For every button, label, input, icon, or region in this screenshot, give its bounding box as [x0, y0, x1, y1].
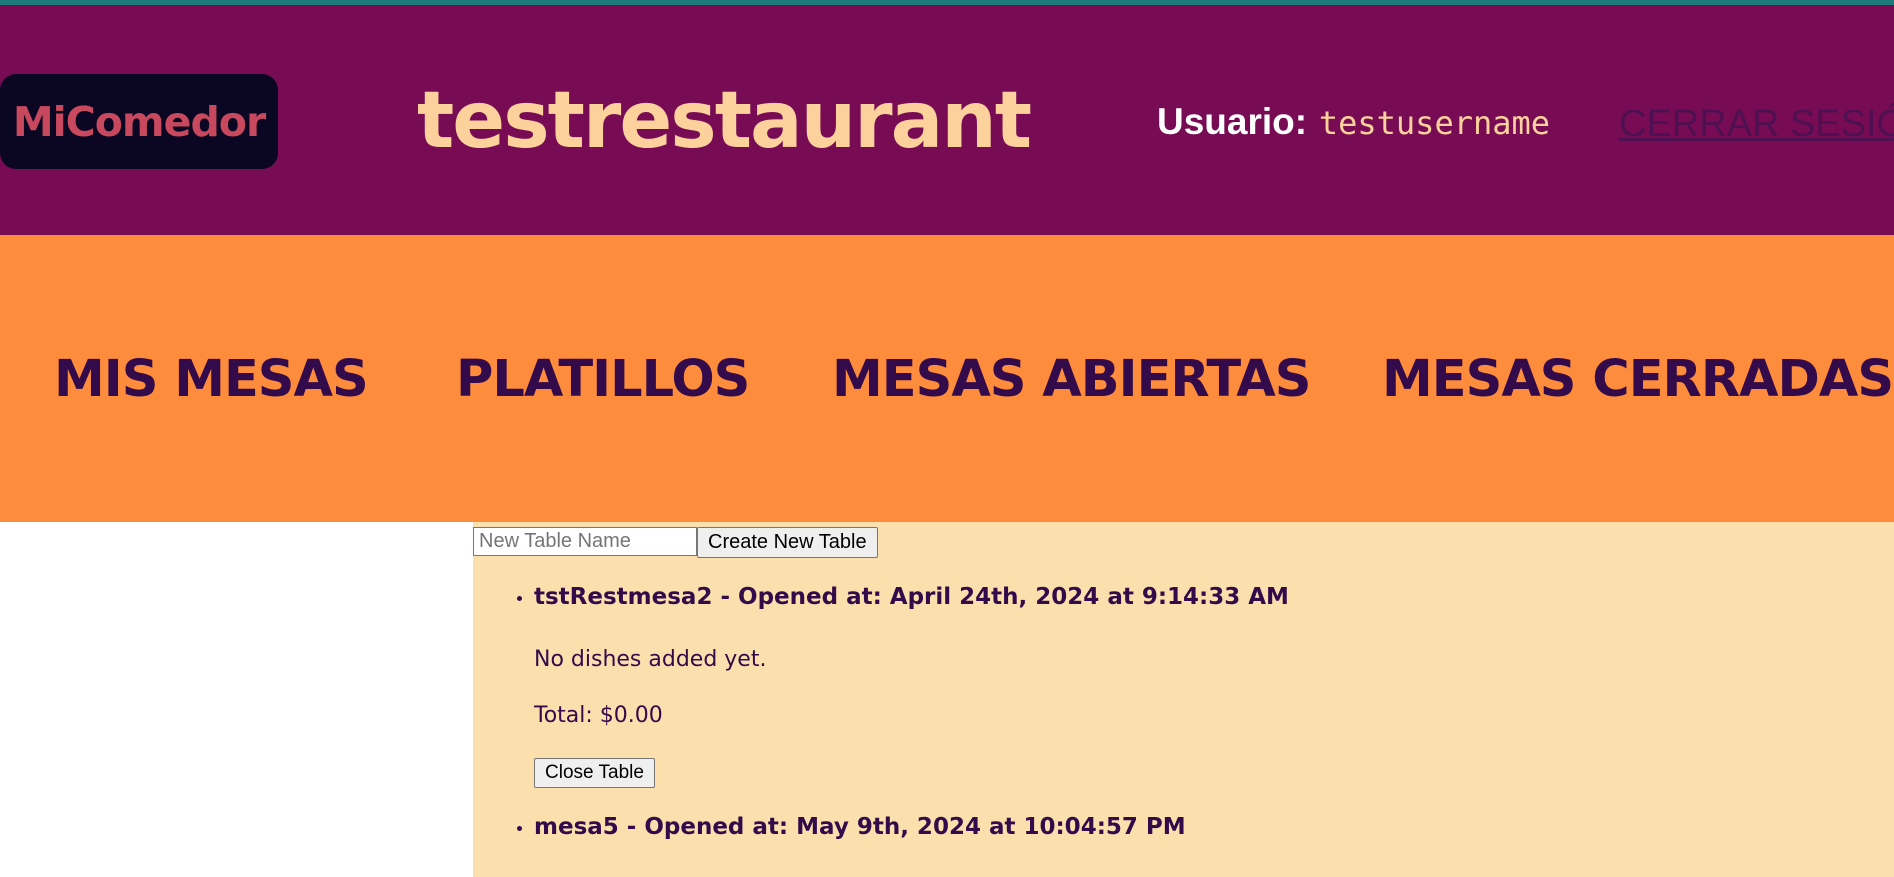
username: testusername: [1318, 104, 1551, 142]
new-table-name-input[interactable]: [473, 527, 697, 556]
new-table-form: Create New Table: [473, 527, 878, 558]
content-wrapper: Create New Table tstRestmesa2 - Opened a…: [0, 522, 1894, 877]
table-heading: tstRestmesa2 - Opened at: April 24th, 20…: [534, 584, 1289, 610]
table-heading: mesa5 - Opened at: May 9th, 2024 at 10:0…: [534, 814, 1186, 840]
logout-link[interactable]: CERRAR SESIÓN: [1619, 103, 1894, 146]
micomedor-logo[interactable]: MiComedor: [0, 74, 278, 169]
table-total: Total: $0.00: [534, 703, 663, 728]
app-header: MiComedor testrestaurant Usuario: testus…: [0, 5, 1894, 235]
restaurant-name: testrestaurant: [417, 76, 1032, 166]
dishes-status: No dishes added yet.: [534, 647, 767, 672]
nav-item-mesas-abiertas[interactable]: MESAS ABIERTAS: [832, 350, 1311, 409]
user-label: Usuario:: [1157, 101, 1308, 142]
nav-item-mis-mesas[interactable]: MIS MESAS: [54, 350, 369, 409]
create-new-table-button[interactable]: Create New Table: [697, 527, 878, 558]
close-table-button[interactable]: Close Table: [534, 758, 655, 788]
table-list-item: mesa5 - Opened at: May 9th, 2024 at 10:0…: [534, 812, 1289, 842]
user-info: Usuario: testusername: [1157, 100, 1550, 144]
main-nav: MIS MESAS PLATILLOS MESAS ABIERTAS MESAS…: [0, 235, 1894, 522]
logo-text: MiComedor: [12, 97, 266, 146]
tables-panel: Create New Table tstRestmesa2 - Opened a…: [473, 522, 1894, 877]
table-list-item: tstRestmesa2 - Opened at: April 24th, 20…: [534, 582, 1289, 788]
open-tables-list: tstRestmesa2 - Opened at: April 24th, 20…: [473, 582, 1289, 866]
nav-item-mesas-cerradas[interactable]: MESAS CERRADAS: [1382, 350, 1894, 409]
nav-item-platillos[interactable]: PLATILLOS: [456, 350, 750, 409]
